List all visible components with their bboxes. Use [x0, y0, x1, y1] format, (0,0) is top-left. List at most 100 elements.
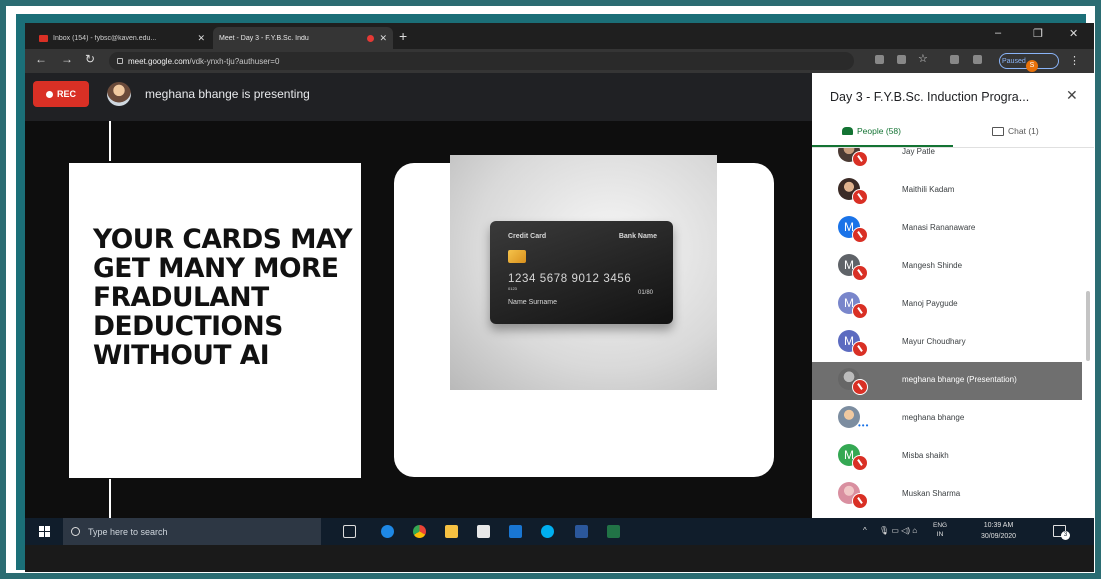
card-subnumber: 0123: [508, 286, 517, 291]
mic-off-icon: [852, 379, 868, 395]
avatar: S: [1026, 60, 1038, 72]
participant-name: Muskan Sharma: [902, 489, 961, 498]
participant-name: Maithili Kadam: [902, 185, 955, 194]
speaking-icon: •••: [858, 421, 870, 430]
tab-inbox[interactable]: Inbox (154) - fybsc@kaven.edu... ✕: [33, 27, 211, 49]
file-explorer-icon[interactable]: [445, 525, 458, 538]
minimize-icon[interactable]: –: [995, 27, 1001, 39]
recording-icon: [367, 34, 375, 42]
taskbar-search-input[interactable]: Type here to search: [63, 518, 321, 545]
excel-icon[interactable]: [607, 525, 620, 538]
tab-meet[interactable]: Meet - Day 3 - F.Y.B.Sc. Indu ✕: [213, 27, 393, 85]
task-view-icon[interactable]: [343, 525, 356, 538]
url-text: meet.google.com/vdk-ynxh-tju?authuser=0: [128, 56, 280, 66]
language-indicator[interactable]: ENG IN: [933, 521, 947, 539]
list-item[interactable]: meghana bhange (Presentation): [812, 362, 1082, 400]
recording-badge[interactable]: REC: [33, 81, 89, 107]
menu-icon[interactable]: ⋮: [1069, 54, 1080, 67]
address-bar: ← → ↻ meet.google.com/vdk-ynxh-tju?authu…: [25, 49, 1094, 73]
mail-icon[interactable]: [509, 525, 522, 538]
mic-off-icon: [852, 493, 868, 509]
mic-off-icon: [852, 341, 868, 357]
browser-tab-bar: Inbox (154) - fybsc@kaven.edu... ✕ Meet …: [25, 23, 1094, 85]
card-holder: Name Surname: [508, 299, 558, 306]
notification-badge: 3: [1061, 531, 1070, 540]
close-icon[interactable]: ✕: [1066, 87, 1078, 104]
list-item[interactable]: Jay Patle: [812, 148, 1082, 172]
list-item[interactable]: M Manasi Rananaware: [812, 210, 1082, 248]
tray-chevron-icon[interactable]: ^: [863, 526, 867, 535]
search-icon: [71, 527, 80, 536]
windows-start-icon[interactable]: [39, 526, 50, 537]
profile-button[interactable]: S Paused: [999, 53, 1059, 72]
list-item[interactable]: ••• meghana bhange: [812, 400, 1082, 438]
slide-headline: YOUR CARDS MAY GET MANY MORE FRADULANT D…: [93, 224, 353, 371]
mic-off-icon: [852, 455, 868, 471]
tab-people[interactable]: People (58): [842, 126, 901, 136]
participant-name: Mayur Choudhary: [902, 337, 966, 346]
tab-label: Inbox (154) - fybsc@kaven.edu...: [53, 34, 157, 42]
taskbar: Type here to search ^ 🎙 ▭ ◁) ⌂ ENG IN 10…: [25, 518, 1094, 545]
store-icon[interactable]: [477, 525, 490, 538]
participant-list[interactable]: Jay Patle Maithili Kadam M Manasi Ranana…: [812, 148, 1082, 518]
close-window-icon[interactable]: ✕: [1069, 27, 1078, 40]
back-icon[interactable]: ←: [35, 52, 47, 66]
participant-name: Manoj Paygude: [902, 299, 958, 308]
star-icon[interactable]: ☆: [918, 52, 928, 65]
participant-name: Jay Patle: [902, 148, 935, 156]
clock[interactable]: 10:39 AM 30/09/2020: [981, 520, 1016, 542]
edge-icon[interactable]: [381, 525, 394, 538]
card-type: Credit Card: [508, 233, 547, 240]
restore-icon[interactable]: ❐: [1033, 27, 1043, 40]
tab-chat[interactable]: Chat (1): [992, 126, 1039, 136]
tab-people-label: People (58): [857, 126, 901, 136]
url-input[interactable]: meet.google.com/vdk-ynxh-tju?authuser=0: [109, 52, 854, 70]
participant-name: Mangesh Shinde: [902, 261, 963, 270]
participant-name: Misba shaikh: [902, 451, 949, 460]
record-icon: [45, 90, 53, 98]
chip-icon: [508, 250, 526, 263]
clock-time: 10:39 AM: [983, 522, 1014, 529]
word-icon[interactable]: [575, 525, 588, 538]
reload-icon[interactable]: ↻: [85, 52, 95, 66]
tab-chat-label: Chat (1): [1008, 126, 1039, 136]
close-icon[interactable]: ✕: [379, 33, 387, 44]
forward-icon[interactable]: →: [61, 52, 73, 66]
new-tab-button[interactable]: +: [399, 28, 407, 44]
credit-card: Credit Card Bank Name 1234 5678 9012 345…: [490, 221, 673, 324]
slide-divider: [109, 121, 111, 161]
screen: Inbox (154) - fybsc@kaven.edu... ✕ Meet …: [25, 23, 1094, 572]
mic-off-icon: [852, 189, 868, 205]
scrollbar[interactable]: [1086, 291, 1090, 361]
participant-name: meghana bhange: [902, 413, 965, 422]
clock-date: 30/09/2020: [981, 533, 1017, 540]
avatar: [838, 406, 860, 428]
list-item[interactable]: M Mayur Choudhary: [812, 324, 1082, 362]
close-icon[interactable]: ✕: [197, 33, 205, 44]
list-item[interactable]: M Misba shaikh: [812, 438, 1082, 476]
side-panel: Day 3 - F.Y.B.Sc. Induction Progra... ✕ …: [812, 73, 1094, 518]
card-number: 1234 5678 9012 3456: [508, 273, 632, 285]
mic-off-icon: [852, 227, 868, 243]
extension-icon[interactable]: [875, 55, 884, 64]
mic-off-icon: [852, 151, 868, 167]
extension-icon[interactable]: [897, 55, 906, 64]
profile-status: Paused: [1002, 57, 1026, 65]
tray-icons[interactable]: 🎙 ▭ ◁) ⌂: [879, 526, 917, 535]
avatar: [107, 82, 131, 106]
extension-icon[interactable]: [950, 55, 959, 64]
gmail-icon: [39, 34, 48, 42]
rec-label: REC: [56, 89, 76, 99]
list-item[interactable]: M Mangesh Shinde: [812, 248, 1082, 286]
people-icon: [842, 127, 853, 135]
list-item[interactable]: M Manoj Paygude: [812, 286, 1082, 324]
mic-off-icon: [852, 303, 868, 319]
skype-icon[interactable]: [541, 525, 554, 538]
puzzle-icon[interactable]: [973, 55, 982, 64]
list-item[interactable]: Muskan Sharma: [812, 476, 1082, 514]
card-bank: Bank Name: [618, 233, 657, 240]
list-item[interactable]: Maithili Kadam: [812, 172, 1082, 210]
chrome-icon[interactable]: [413, 525, 426, 538]
meet-stage: REC meghana bhange is presenting YOUR CA…: [25, 73, 812, 518]
mic-off-icon: [852, 265, 868, 281]
